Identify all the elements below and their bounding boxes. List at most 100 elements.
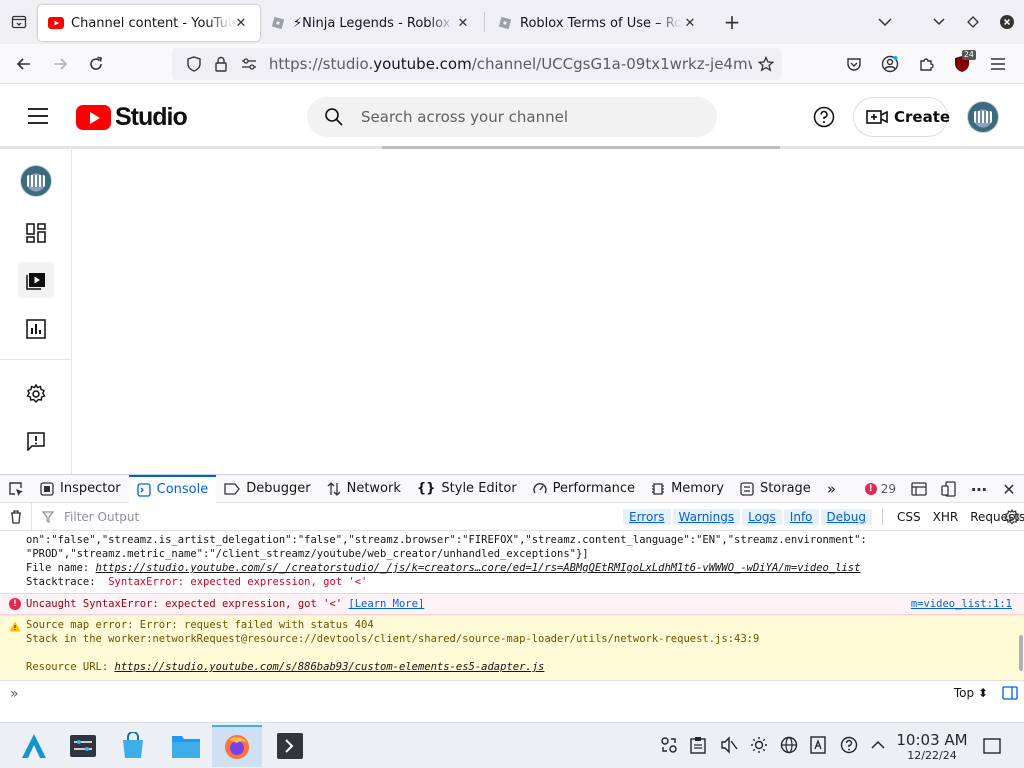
more-options-icon[interactable]: ⋯ [964, 475, 994, 503]
console-warning-row[interactable]: Source map error: Error: request failed … [0, 615, 1024, 680]
system-settings-icon[interactable] [58, 725, 108, 767]
studio-logo[interactable]: Studio [76, 103, 188, 132]
brightness-icon[interactable] [750, 736, 770, 754]
avatar[interactable] [967, 101, 999, 133]
source-location-link[interactable]: m=video_list:1:1 [911, 598, 1012, 610]
browser-tab-youtube-studio[interactable]: Channel content - YouTube Studio ✕ [38, 5, 260, 41]
filter-logs-toggle[interactable]: Logs [742, 509, 782, 525]
roblox-favicon-icon [270, 15, 286, 31]
filter-output-input[interactable] [64, 509, 264, 524]
hamburger-menu-icon[interactable] [22, 104, 54, 128]
console-line: Stacktrace: SyntaxError: expected expres… [26, 576, 368, 588]
lock-icon[interactable] [208, 56, 236, 72]
network-manager-icon[interactable] [660, 736, 680, 754]
console-error-row[interactable]: ! Uncaught SyntaxError: expected express… [0, 593, 1024, 615]
new-tab-button[interactable]: + [715, 5, 749, 39]
tray-expand-chevron-icon[interactable] [870, 736, 890, 754]
filter-errors-toggle[interactable]: Errors [623, 509, 671, 525]
app-menu-icon[interactable] [980, 48, 1016, 80]
clock[interactable]: 10:03 AM 12/22/24 [892, 731, 972, 762]
tab-debugger[interactable]: Debugger [216, 475, 318, 503]
keyboard-layout-icon[interactable] [810, 736, 830, 754]
element-picker-icon[interactable] [0, 475, 32, 503]
search-box[interactable] [307, 97, 717, 137]
send-feedback-icon[interactable] [18, 423, 54, 459]
network-globe-icon[interactable] [780, 736, 800, 754]
app-launcher-icon[interactable] [9, 725, 59, 767]
forward-arrow-icon[interactable] [42, 48, 78, 80]
filter-funnel-icon [42, 510, 54, 523]
search-icon[interactable] [307, 107, 361, 127]
filter-warnings-toggle[interactable]: Warnings [672, 509, 741, 525]
split-console-icon[interactable] [904, 475, 934, 503]
list-all-tabs-icon[interactable] [868, 5, 902, 39]
help-icon[interactable] [810, 103, 838, 131]
ublock-shield-icon[interactable]: 24 [944, 48, 980, 80]
console-sidebar-icon[interactable] [1002, 686, 1018, 700]
address-bar[interactable]: https://studio.youtube.com/channel/UCCgs… [172, 48, 782, 80]
channel-avatar[interactable] [20, 165, 52, 197]
firefox-taskbar-icon[interactable] [212, 725, 262, 767]
browser-tab-roblox-terms[interactable]: Roblox Terms of Use – Roblox Support ✕ [487, 5, 709, 41]
tab-memory[interactable]: Memory [643, 475, 732, 503]
pocket-icon[interactable] [836, 48, 872, 80]
close-tab-icon[interactable]: ✕ [681, 14, 699, 32]
console-line: File name: https://studio.youtube.com/s/… [26, 562, 861, 574]
error-count-badge[interactable]: ! 29 [857, 482, 904, 496]
tab-performance[interactable]: Performance [525, 475, 643, 503]
dashboard-icon[interactable] [18, 215, 54, 251]
more-tools-chevron-icon[interactable]: » [819, 475, 844, 503]
help-circle-icon[interactable] [840, 736, 860, 754]
close-tab-icon[interactable]: ✕ [232, 14, 250, 32]
extensions-puzzle-icon[interactable] [908, 48, 944, 80]
file-name-link[interactable]: https://studio.youtube.com/s/_/creatorst… [96, 562, 861, 574]
filter-info-toggle[interactable]: Info [783, 509, 819, 525]
learn-more-link[interactable]: [Learn More] [348, 598, 424, 610]
tab-storage[interactable]: Storage [732, 475, 819, 503]
browser-tab-ninja-legends[interactable]: ⚡Ninja Legends - Roblox ✕ [260, 5, 482, 41]
filter-css-toggle[interactable]: CSS [891, 510, 927, 524]
close-devtools-icon[interactable]: ✕ [994, 475, 1024, 503]
console-icon [136, 482, 151, 497]
clear-console-trash-icon[interactable] [0, 502, 32, 531]
minimize-icon[interactable] [922, 5, 956, 39]
tab-console[interactable]: Console [128, 474, 217, 503]
responsive-design-icon[interactable] [934, 475, 964, 503]
volume-muted-icon[interactable] [720, 736, 740, 754]
console-line: "PROD","streamz.metric_name":"/client_st… [26, 548, 589, 560]
bookmark-star-icon[interactable] [752, 56, 780, 72]
account-icon[interactable] [872, 48, 908, 80]
maximize-icon[interactable] [956, 5, 990, 39]
context-selector[interactable]: Top ⬍ [954, 686, 988, 700]
network-icon [327, 481, 341, 496]
tab-style-editor[interactable]: {} Style Editor [409, 475, 525, 503]
clipboard-icon[interactable] [690, 736, 710, 754]
reload-icon[interactable] [78, 48, 114, 80]
console-settings-gear-icon[interactable] [1004, 509, 1020, 525]
show-desktop-icon[interactable] [983, 738, 1001, 754]
software-store-bag-icon[interactable] [108, 725, 158, 767]
content-icon[interactable] [18, 262, 54, 298]
create-button[interactable]: Create [853, 97, 950, 137]
filter-debug-toggle[interactable]: Debug [820, 509, 872, 525]
resource-url-link[interactable]: https://studio.youtube.com/s/886bab93/cu… [115, 661, 545, 673]
tab-network[interactable]: Network [319, 475, 409, 503]
tab-inspector[interactable]: Inspector [32, 475, 129, 503]
toolbar-icons: 24 [836, 48, 1016, 80]
filter-xhr-toggle[interactable]: XHR [927, 510, 965, 524]
console-scrollbar[interactable] [1019, 635, 1023, 671]
memory-chip-icon [651, 482, 665, 496]
firefox-view-icon[interactable] [0, 0, 38, 44]
close-tab-icon[interactable]: ✕ [454, 14, 472, 32]
tracking-protection-icon[interactable] [180, 56, 208, 72]
permissions-icon[interactable] [235, 57, 263, 71]
analytics-icon[interactable] [18, 311, 54, 347]
back-arrow-icon[interactable] [6, 48, 42, 80]
console-output[interactable]: on":"false","streamz.is_artist_delegatio… [0, 532, 1024, 680]
search-input[interactable] [361, 108, 691, 126]
settings-gear-icon[interactable] [18, 376, 54, 412]
terminal-icon[interactable] [265, 725, 315, 767]
file-manager-folder-icon[interactable] [161, 725, 211, 767]
close-window-icon[interactable] [990, 5, 1024, 39]
console-input[interactable]: » Top ⬍ [0, 680, 1024, 706]
